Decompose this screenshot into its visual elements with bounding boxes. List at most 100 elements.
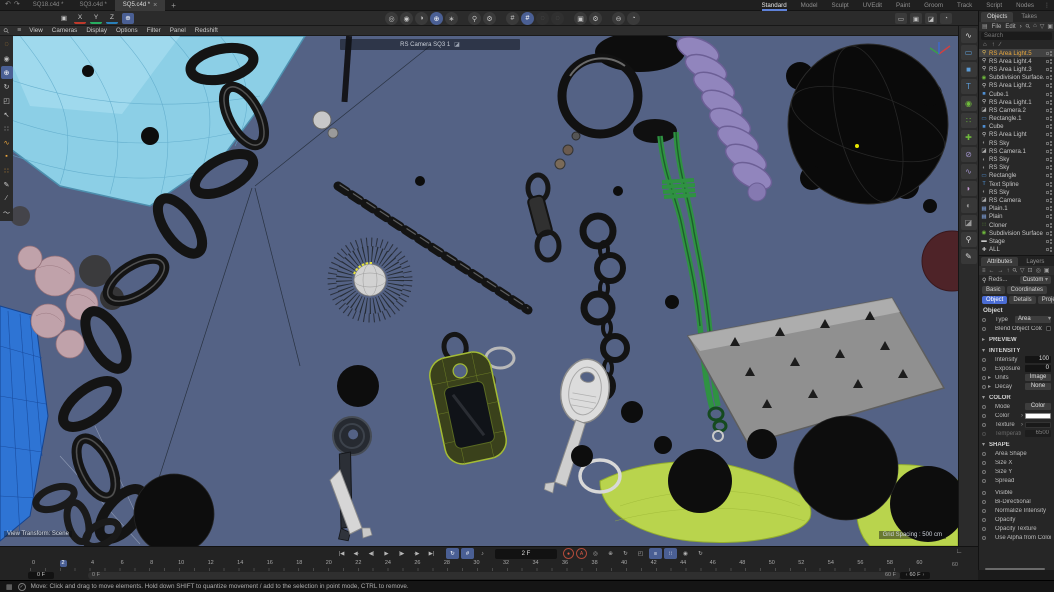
decrement-icon[interactable]: ‹: [906, 572, 908, 579]
create-object-button[interactable]: ◪: [961, 215, 977, 230]
tool-button[interactable]: ∷: [1, 122, 13, 135]
layout-tab[interactable]: Script: [986, 0, 1002, 11]
keyframe-dot[interactable]: [982, 405, 986, 409]
attributes-scrollbar[interactable]: [979, 567, 1054, 570]
frame-tick[interactable]: 22: [355, 560, 362, 567]
om-menu-item[interactable]: ›: [1020, 24, 1022, 30]
toolbar-button[interactable]: ◎: [385, 12, 398, 25]
search-icon[interactable]: ⚲: [2, 26, 11, 35]
playback-button[interactable]: ▶|: [425, 548, 438, 559]
toolbar-button[interactable]: ⚙: [483, 12, 496, 25]
expand-caret-icon[interactable]: ▸: [988, 374, 993, 381]
create-object-button[interactable]: ∿: [961, 28, 977, 43]
object-name[interactable]: RS Area Light.5: [989, 50, 1044, 57]
object-name[interactable]: RS Area Light.3: [989, 66, 1044, 73]
keyframe-button[interactable]: ◉: [679, 548, 692, 559]
expand-caret-icon[interactable]: ▸: [982, 336, 987, 343]
visibility-toggles[interactable]: [1046, 67, 1052, 72]
object-row[interactable]: ⚲ RS Area Light.1: [979, 98, 1054, 106]
playback-toggle[interactable]: ♪: [476, 548, 489, 559]
toolbar-button[interactable]: ▣: [574, 12, 587, 25]
camera-icon[interactable]: ◪: [454, 41, 460, 48]
history-icon[interactable]: ↶: [5, 0, 11, 10]
playback-button[interactable]: ·▶: [410, 548, 423, 559]
toolbar-button[interactable]: [604, 12, 610, 25]
keyframe-dot[interactable]: [982, 527, 986, 531]
keyframe-dot[interactable]: [982, 376, 986, 380]
frame-tick[interactable]: 40: [621, 560, 628, 567]
layout-tab[interactable]: Nodes: [1016, 0, 1034, 11]
keyframe-dot[interactable]: [982, 536, 986, 540]
range-end-field[interactable]: ‹ 60 F ›: [900, 572, 930, 579]
tool-button[interactable]: ∷: [1, 164, 13, 177]
history-icon[interactable]: ↷: [14, 0, 20, 10]
keyframe-button[interactable]: ↻: [619, 548, 632, 559]
frame-tick[interactable]: 4: [89, 560, 96, 567]
toolbar-button[interactable]: ◌: [536, 12, 549, 25]
tool-button[interactable]: ◰: [1, 94, 13, 107]
document-tab[interactable]: SQ18.c4d * ×: [25, 0, 72, 11]
timeline-ruler[interactable]: 0246810121416182022242628303234363840424…: [30, 560, 923, 571]
expand-caret-icon[interactable]: ▾: [982, 394, 987, 401]
axis-tool-button[interactable]: Y: [90, 13, 102, 24]
tool-button[interactable]: ▪: [1, 150, 13, 163]
viewport-menu-item[interactable]: Filter: [147, 27, 161, 34]
tool-button[interactable]: ◉: [1, 52, 13, 65]
object-row[interactable]: ◪ RS Camera.2: [979, 106, 1054, 114]
toolbar-button[interactable]: ⚲: [468, 12, 481, 25]
attribute-row[interactable]: ▸ PREVIEW: [979, 335, 1054, 344]
frame-tick[interactable]: 16: [266, 560, 273, 567]
object-name[interactable]: RS Sky: [989, 164, 1044, 171]
toolbar-button[interactable]: ⊕: [430, 12, 443, 25]
om-menu-item[interactable]: File: [992, 24, 1002, 30]
toolbar-button[interactable]: ◌: [551, 12, 564, 25]
visibility-toggles[interactable]: [1046, 141, 1052, 146]
attribute-row[interactable]: Texture ›: [979, 420, 1054, 429]
create-object-button[interactable]: ⊘: [961, 147, 977, 162]
layout-tab[interactable]: Groom: [924, 0, 943, 11]
keyframe-button[interactable]: A: [576, 548, 587, 559]
object-row[interactable]: ▬ Stage: [979, 237, 1054, 245]
object-row[interactable]: ◐ RS Sky: [979, 188, 1054, 196]
attribute-row[interactable]: Size Y: [979, 467, 1054, 476]
attr-toolbar-icon[interactable]: ↑: [1007, 268, 1010, 274]
object-name[interactable]: Stage: [989, 238, 1044, 245]
object-row[interactable]: ◪ RS Camera.1: [979, 147, 1054, 155]
window-tool-button[interactable]: ◪: [925, 13, 937, 24]
object-row[interactable]: T Text Spline: [979, 180, 1054, 188]
frame-tick[interactable]: 12: [207, 560, 214, 567]
attribute-row[interactable]: Intensity 100: [979, 355, 1054, 364]
toolbar-button[interactable]: ⚙: [589, 12, 602, 25]
playback-button[interactable]: ◀|: [365, 548, 378, 559]
toolbar-button[interactable]: ◔: [627, 12, 640, 25]
attribute-row[interactable]: Temperature (K) 6500: [979, 429, 1054, 438]
current-frame-field[interactable]: 2 F: [495, 549, 557, 559]
object-row[interactable]: ▭ Rectangle.1: [979, 115, 1054, 123]
object-row[interactable]: ◐ RS Sky: [979, 155, 1054, 163]
visibility-toggles[interactable]: [1046, 165, 1052, 170]
keyframe-dot[interactable]: [982, 452, 986, 456]
attribute-row[interactable]: Bi-Directional: [979, 497, 1054, 506]
mode-dropdown[interactable]: Custom ▾: [1020, 276, 1051, 284]
attr-toolbar-icon[interactable]: ⊡: [1028, 267, 1033, 274]
attribute-row[interactable]: Mode Color: [979, 402, 1054, 411]
playback-toggle[interactable]: ↻: [446, 548, 459, 559]
attribute-expand-icon[interactable]: ›: [1021, 422, 1023, 428]
om-menu-icon[interactable]: ▣: [1047, 23, 1053, 30]
object-row[interactable]: ▦ Plain.1: [979, 205, 1054, 213]
create-object-button[interactable]: ∿: [961, 164, 977, 179]
attribute-row[interactable]: Exposure (EV) 0: [979, 364, 1054, 373]
frame-tick[interactable]: 28: [443, 560, 450, 567]
attribute-value[interactable]: 6500: [1025, 430, 1051, 437]
tool-button[interactable]: ∿: [1, 136, 13, 149]
range-start-field[interactable]: 0 F: [28, 572, 54, 579]
keyframe-dot[interactable]: [982, 518, 986, 522]
object-name[interactable]: Cube.1: [989, 91, 1044, 98]
visibility-toggles[interactable]: [1046, 247, 1052, 252]
object-row[interactable]: ▦ Plain: [979, 213, 1054, 221]
object-name[interactable]: RS Sky: [989, 156, 1044, 163]
frame-tick[interactable]: 10: [178, 560, 185, 567]
attr-filter-button[interactable]: Basic: [982, 286, 1005, 294]
keyframe-dot[interactable]: [982, 385, 986, 389]
object-row[interactable]: ■ Cube.1: [979, 90, 1054, 98]
